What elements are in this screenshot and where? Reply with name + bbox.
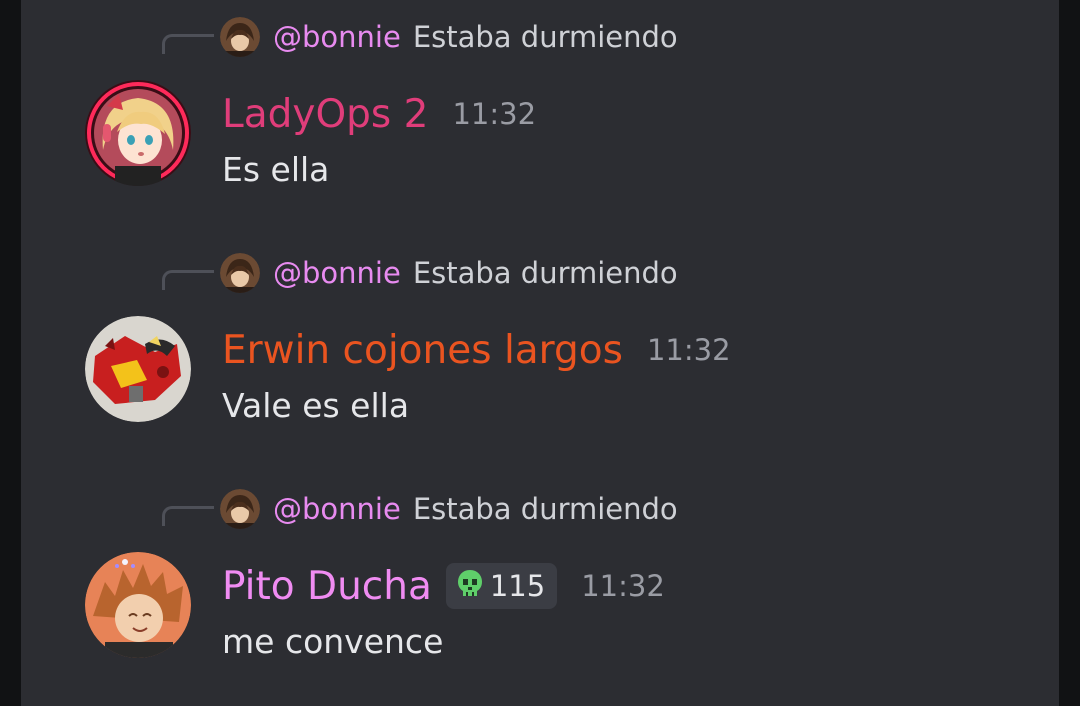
reply-preview[interactable]: @bonnie Estaba durmiendo: [220, 489, 678, 529]
anime-girl-avatar[interactable]: [85, 80, 191, 186]
message-content: Es ella: [222, 150, 330, 189]
bonnie-avatar[interactable]: [220, 17, 260, 57]
clan-tag-label: 115: [489, 569, 546, 603]
reply-text[interactable]: Estaba durmiendo: [413, 492, 678, 526]
timestamp: 11:32: [452, 97, 537, 131]
reply-mention[interactable]: @bonnie: [273, 492, 401, 526]
reply-spine: [162, 506, 214, 526]
spiky-hair-avatar[interactable]: [85, 552, 191, 658]
timestamp: 11:32: [581, 569, 665, 603]
reply-text[interactable]: Estaba durmiendo: [413, 20, 678, 54]
reply-text[interactable]: Estaba durmiendo: [413, 256, 678, 290]
reply-spine: [162, 34, 214, 54]
reply-preview[interactable]: @bonnie Estaba durmiendo: [220, 253, 678, 293]
bonnie-avatar[interactable]: [220, 489, 260, 529]
reply-mention[interactable]: @bonnie: [273, 256, 401, 290]
message-content: me convence: [222, 622, 444, 661]
chat-panel: @bonnie Estaba durmiendo LadyOps 2 11:32…: [21, 0, 1059, 706]
reply-preview[interactable]: @bonnie Estaba durmiendo: [220, 17, 678, 57]
author-name[interactable]: Erwin cojones largos: [222, 328, 623, 373]
message-content: Vale es ella: [222, 386, 410, 425]
author-name[interactable]: Pito Ducha: [222, 564, 432, 609]
bonnie-avatar[interactable]: [220, 253, 260, 293]
reply-spine: [162, 270, 214, 290]
author-name[interactable]: LadyOps 2: [222, 92, 428, 137]
reply-mention[interactable]: @bonnie: [273, 20, 401, 54]
clan-tag[interactable]: 115: [445, 563, 558, 609]
timestamp: 11:32: [646, 333, 731, 367]
red-robot-avatar[interactable]: [85, 316, 191, 422]
skull-icon: [456, 569, 484, 603]
